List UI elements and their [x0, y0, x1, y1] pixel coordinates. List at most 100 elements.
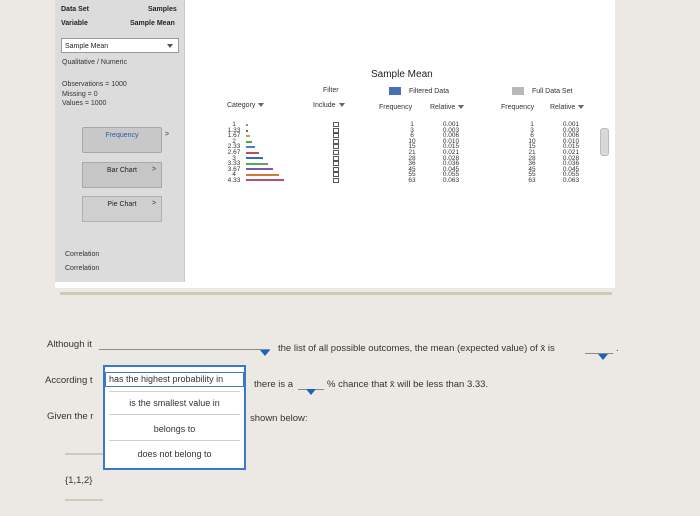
variable-select-value: Sample Mean	[65, 43, 109, 50]
frequency-button[interactable]: Frequency	[82, 127, 162, 153]
include-checkbox[interactable]	[333, 127, 339, 133]
frequency-bar	[246, 179, 284, 181]
sort-icon	[338, 103, 345, 108]
relative-column: 0.001 0.003 0.006 0.010 0.015 0.021 0.028 0.036…	[438, 121, 464, 184]
sort-icon	[258, 103, 265, 108]
full-relative-label: Relative	[550, 104, 576, 111]
full-color-icon	[512, 87, 524, 95]
frequency-bar	[246, 168, 274, 170]
frequency-bar	[246, 129, 248, 132]
filtered-data-header: Filtered Data	[389, 87, 449, 95]
menu-item-does-not-belong-to[interactable]: does not belong to	[105, 449, 244, 459]
frequency-bar	[246, 162, 268, 165]
include-checkbox[interactable]	[333, 144, 339, 150]
values-count: Values = 1000	[62, 100, 107, 107]
include-checkbox[interactable]	[333, 149, 339, 155]
correlation-link-2[interactable]: Correlation	[65, 265, 99, 272]
line3-start: Given the r	[47, 411, 94, 422]
section-divider	[60, 292, 612, 295]
frequency-header: Frequency	[379, 104, 413, 111]
menu-divider	[109, 414, 240, 415]
variable-label: Variable	[61, 20, 88, 27]
category-column: 1 1.33 1.67 2 2.33 2.67 3 3.33 3.67 4 4.33	[227, 121, 241, 184]
menu-item-belongs-to[interactable]: belongs to	[105, 424, 244, 434]
dataset-value: Samples	[148, 6, 177, 13]
include-header[interactable]: Include	[313, 102, 345, 109]
full-relative-cell: 0.063	[562, 176, 580, 184]
line1-text: the list of all possible outcomes, the m…	[278, 343, 555, 354]
frequency-chevron-icon: >	[165, 131, 170, 138]
frequency-bar	[246, 140, 253, 143]
dropdown-3[interactable]	[306, 382, 316, 400]
include-checkbox[interactable]	[333, 122, 339, 127]
filter-label: Filter	[323, 87, 339, 94]
menu-divider	[109, 440, 240, 441]
chevron-down-icon	[306, 389, 316, 395]
observations-count: Observations = 1000	[62, 81, 127, 88]
include-checkbox[interactable]	[333, 133, 339, 139]
frequency-bar	[246, 124, 248, 126]
relative-header[interactable]: Relative	[430, 104, 465, 111]
menu-item-highest-probability[interactable]: has the highest probability in	[105, 372, 244, 387]
include-checkbox[interactable]	[333, 166, 339, 172]
include-checkbox[interactable]	[333, 155, 339, 161]
include-column	[333, 122, 341, 184]
bar-chart-button[interactable]: Bar Chart	[82, 162, 162, 188]
frequency-column: 1 3 6 10 15 21 28 36 45 55 63	[404, 121, 420, 184]
line2-rest: % chance that x̄ will be less than 3.33.	[327, 379, 488, 390]
full-frequency-header: Frequency	[501, 104, 535, 111]
pie-chart-button[interactable]: Pie Chart	[82, 196, 162, 222]
line1-tail: .	[616, 343, 619, 354]
full-frequency-column: 1 3 6 10 15 21 28 36 45 55 63	[524, 121, 540, 184]
category-label: Category	[227, 102, 256, 109]
frequency-bar	[246, 157, 263, 159]
menu-item-smallest-value[interactable]: is the smallest value in	[105, 398, 244, 408]
table-scrollbar[interactable]	[600, 128, 609, 156]
sample-set: {1,1,2}	[65, 475, 93, 486]
full-relative-header[interactable]: Relative	[550, 104, 585, 111]
category-cell: 4.33	[227, 176, 241, 184]
include-checkbox[interactable]	[333, 177, 339, 183]
filtered-data-label: Filtered Data	[408, 87, 450, 95]
frequency-bar	[246, 151, 259, 154]
xbar-symbol-2: x̄	[389, 379, 395, 390]
bar-chart-chevron-icon: >	[152, 166, 157, 173]
bar-column	[246, 124, 286, 185]
filtered-color-icon	[389, 87, 401, 95]
pie-chart-button-label: Pie Chart	[107, 201, 137, 208]
full-relative-column: 0.001 0.003 0.006 0.010 0.015 0.021 0.028 0.036…	[558, 121, 584, 184]
full-data-label: Full Data Set	[531, 87, 573, 95]
frequency-button-label: Frequency	[105, 132, 139, 139]
line1-start: Although it	[47, 339, 92, 350]
variable-type: Qualitative / Numeric	[62, 59, 127, 66]
dropdown-2[interactable]	[598, 347, 608, 365]
correlation-link-1[interactable]: Correlation	[65, 251, 99, 258]
relative-cell: 0.063	[442, 176, 460, 184]
sort-icon	[458, 105, 465, 110]
answer-blank-4[interactable]	[65, 453, 103, 455]
is-text: is	[547, 343, 555, 354]
frequency-cell: 63	[408, 176, 416, 184]
include-label: Include	[313, 102, 336, 109]
pie-chart-chevron-icon: >	[152, 200, 157, 207]
line3-end: shown below:	[250, 413, 308, 424]
line2-mid: there is a	[254, 379, 294, 390]
full-data-header: Full Data Set	[512, 87, 572, 95]
full-frequency-cell: 63	[528, 176, 536, 184]
category-header[interactable]: Category	[227, 102, 265, 109]
variable-select[interactable]: Sample Mean	[61, 38, 179, 53]
include-checkbox[interactable]	[333, 161, 339, 167]
bar-chart-button-label: Bar Chart	[107, 167, 137, 174]
include-checkbox[interactable]	[333, 138, 339, 144]
chevron-down-icon	[260, 350, 270, 356]
answer-blank-5[interactable]	[65, 499, 103, 501]
missing-count: Missing = 0	[62, 91, 98, 98]
sort-icon	[578, 105, 585, 110]
chevron-down-icon	[167, 44, 173, 48]
include-checkbox[interactable]	[333, 172, 339, 178]
line2-end: % chance that	[327, 379, 388, 390]
line2-tail: will be less than 3.33.	[397, 379, 489, 390]
dropdown-1[interactable]	[260, 343, 270, 361]
frequency-bar	[246, 173, 280, 176]
answer-blank-1[interactable]	[99, 349, 270, 350]
